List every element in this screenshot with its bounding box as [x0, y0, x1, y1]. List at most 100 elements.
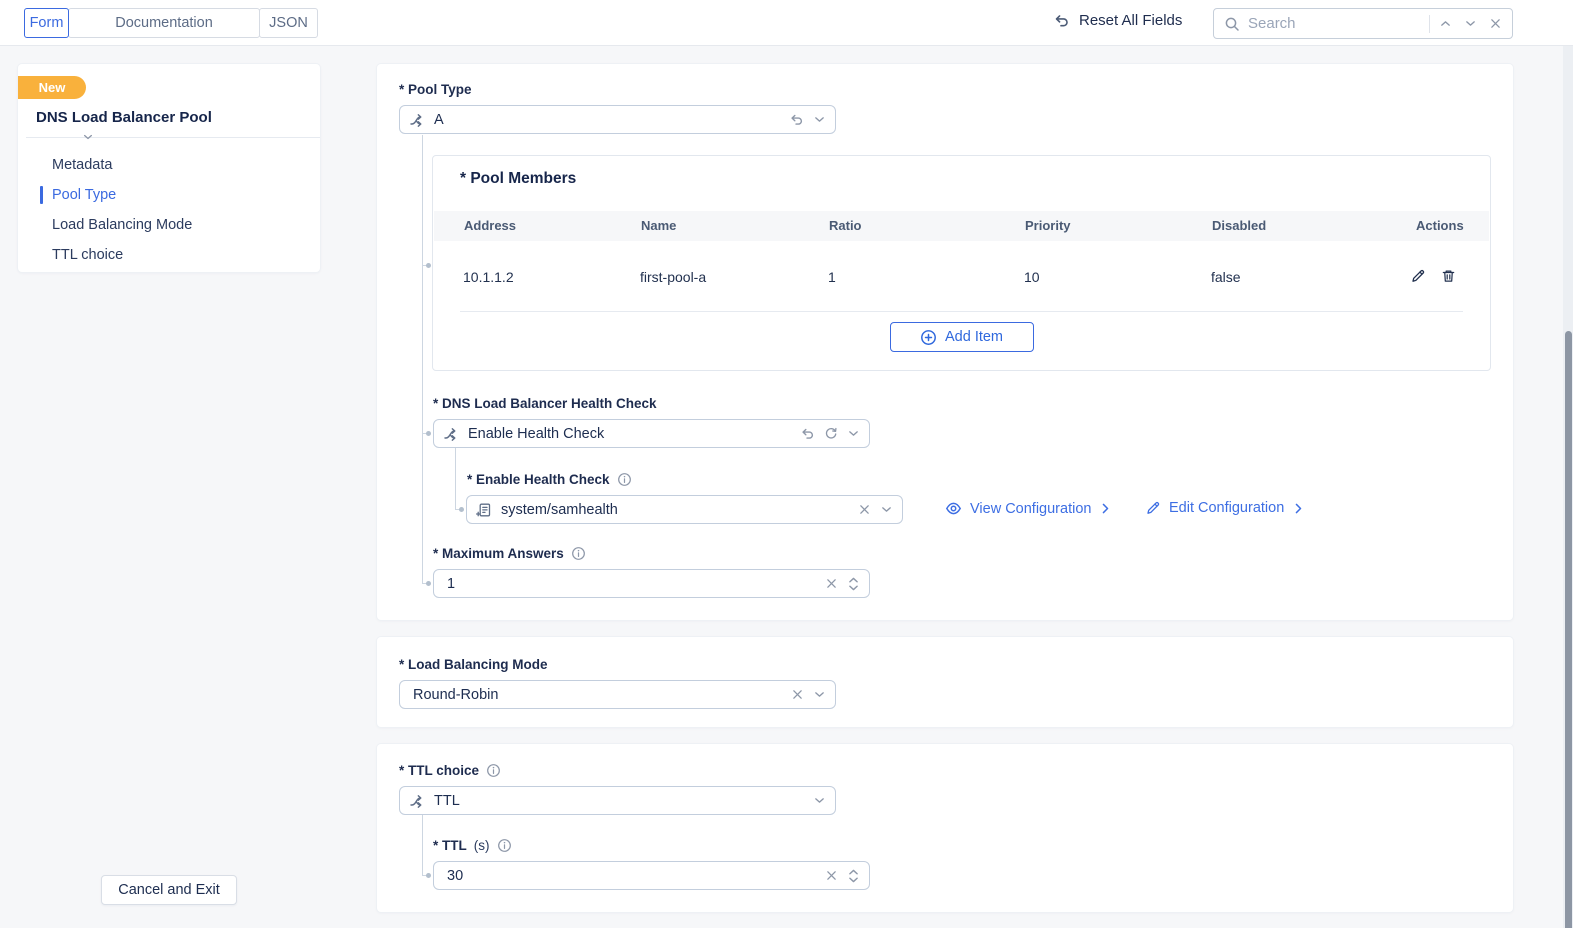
view-configuration-label: View Configuration: [970, 501, 1091, 517]
ttl-seconds-value: 30: [443, 868, 816, 884]
tree-connector-dot: [426, 431, 431, 436]
pool-type-select[interactable]: A: [399, 105, 836, 134]
search-input[interactable]: Search: [1248, 15, 1429, 32]
tree-connector-dot: [426, 581, 431, 586]
pool-type-section: * Pool Type A * Pool Members Address: [377, 64, 1513, 620]
search-prev-icon[interactable]: [1439, 17, 1452, 30]
tab-documentation-label: Documentation: [115, 15, 213, 31]
search-clear-icon[interactable]: [1489, 17, 1502, 30]
health-check-select[interactable]: Enable Health Check: [433, 419, 870, 448]
status-badge-new: New: [18, 76, 86, 99]
pool-members-card: * Pool Members Address Name Ratio Priori…: [432, 155, 1491, 371]
tab-json[interactable]: JSON: [259, 8, 318, 38]
sidebar-item-label: Pool Type: [52, 187, 116, 203]
sidebar-item-load-balancing-mode[interactable]: Load Balancing Mode: [52, 214, 192, 236]
edit-row-icon[interactable]: [1410, 268, 1426, 284]
sidebar-item-ttl-choice[interactable]: TTL choice: [52, 244, 123, 266]
column-header-name: Name: [641, 218, 676, 233]
reference-template-icon: [476, 502, 492, 518]
maximum-answers-label: * Maximum Answers: [433, 546, 586, 561]
tree-connector: [455, 448, 456, 509]
sidebar: New DNS Load Balancer Pool Metadata Pool…: [18, 64, 320, 272]
enable-health-check-select[interactable]: system/samhealth: [466, 495, 903, 524]
search-box[interactable]: Search: [1213, 8, 1513, 39]
sidebar-item-label: Load Balancing Mode: [52, 217, 192, 233]
pencil-icon: [1145, 500, 1161, 516]
enable-health-check-value: system/samhealth: [501, 502, 849, 518]
tab-form-label: Form: [30, 15, 64, 31]
pool-type-value: A: [434, 112, 780, 128]
tab-documentation[interactable]: Documentation: [68, 8, 260, 38]
column-header-disabled: Disabled: [1212, 218, 1266, 233]
tree-connector-dot: [426, 873, 431, 878]
ttl-choice-value: TTL: [434, 793, 804, 809]
sidebar-item-metadata[interactable]: Metadata: [52, 154, 112, 176]
load-balancing-mode-select[interactable]: Round-Robin: [399, 680, 836, 709]
eye-icon: [945, 500, 962, 517]
ttl-choice-label: * TTL choice: [399, 763, 501, 778]
chevron-down-icon[interactable]: [813, 688, 826, 701]
ttl-choice-select[interactable]: TTL: [399, 786, 836, 815]
ttl-choice-section: * TTL choice TTL * TTL (s) 30: [377, 744, 1513, 912]
tree-connector: [422, 135, 423, 583]
tree-connector-dot: [459, 507, 464, 512]
scrollbar-thumb[interactable]: [1565, 331, 1572, 928]
load-balancing-mode-value: Round-Robin: [409, 687, 782, 703]
chevron-down-icon[interactable]: [880, 503, 893, 516]
column-header-address: Address: [464, 218, 516, 233]
pool-members-title: * Pool Members: [460, 170, 576, 188]
cancel-and-exit-button[interactable]: Cancel and Exit: [101, 875, 237, 905]
chevron-down-icon[interactable]: [847, 427, 860, 440]
search-next-icon[interactable]: [1464, 17, 1477, 30]
reset-all-fields-button[interactable]: Reset All Fields: [1053, 12, 1182, 29]
undo-icon: [1053, 12, 1070, 29]
ttl-seconds-input[interactable]: 30: [433, 861, 870, 890]
delete-row-icon[interactable]: [1441, 268, 1456, 284]
undo-icon[interactable]: [789, 112, 804, 127]
plus-circle-icon: [920, 329, 937, 346]
clear-icon[interactable]: [825, 577, 838, 590]
scrollbar-track[interactable]: [1563, 46, 1573, 928]
chevron-down-icon[interactable]: [813, 113, 826, 126]
cell-address: 10.1.1.2: [463, 269, 514, 285]
health-check-value: Enable Health Check: [468, 426, 791, 442]
number-stepper-icon[interactable]: [847, 867, 860, 885]
maximum-answers-input[interactable]: 1: [433, 569, 870, 598]
info-icon[interactable]: [497, 838, 512, 853]
number-stepper-icon[interactable]: [847, 575, 860, 593]
sidebar-item-label: TTL choice: [52, 247, 123, 263]
undo-icon[interactable]: [800, 426, 815, 441]
edit-configuration-label: Edit Configuration: [1169, 500, 1284, 516]
row-divider: [460, 311, 1463, 312]
tab-form[interactable]: Form: [24, 8, 69, 38]
view-configuration-link[interactable]: View Configuration: [945, 500, 1112, 517]
pool-type-label: * Pool Type: [399, 82, 472, 97]
add-item-button[interactable]: Add Item: [890, 322, 1034, 352]
ttl-seconds-label: * TTL (s): [433, 838, 512, 853]
chevron-down-icon[interactable]: [813, 794, 826, 807]
load-balancing-mode-section: * Load Balancing Mode Round-Robin: [377, 637, 1513, 727]
clear-icon[interactable]: [825, 869, 838, 882]
chevron-right-icon: [1099, 502, 1112, 515]
clear-icon[interactable]: [858, 503, 871, 516]
refresh-icon[interactable]: [824, 427, 838, 441]
column-header-priority: Priority: [1025, 218, 1071, 233]
branch-icon: [443, 426, 459, 442]
clear-icon[interactable]: [791, 688, 804, 701]
tree-connector: [422, 815, 423, 875]
sidebar-item-label: Metadata: [52, 157, 112, 173]
reset-all-fields-label: Reset All Fields: [1079, 12, 1182, 29]
sidebar-item-pool-type[interactable]: Pool Type: [52, 184, 116, 206]
search-icon: [1224, 16, 1240, 32]
top-bar: Form Documentation JSON Reset All Fields…: [0, 0, 1573, 46]
info-icon[interactable]: [486, 763, 501, 778]
info-icon[interactable]: [571, 546, 586, 561]
info-icon[interactable]: [617, 472, 632, 487]
edit-configuration-link[interactable]: Edit Configuration: [1145, 500, 1305, 516]
cell-priority: 10: [1024, 269, 1040, 285]
pool-members-header-row: Address Name Ratio Priority Disabled Act…: [434, 211, 1489, 241]
column-header-ratio: Ratio: [829, 218, 862, 233]
search-divider: [1429, 15, 1430, 33]
collapse-caret-icon[interactable]: [82, 131, 94, 143]
column-header-actions: Actions: [1416, 218, 1464, 233]
